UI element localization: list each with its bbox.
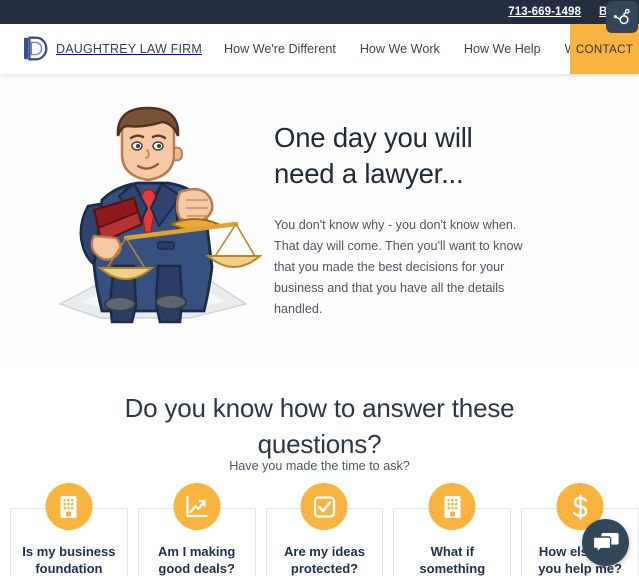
- building-icon: [428, 483, 476, 530]
- questions-title: Do you know how to answer these question…: [124, 393, 515, 459]
- nav-item-how-were-different[interactable]: How We're Different: [212, 42, 348, 56]
- building-icon: [45, 483, 93, 530]
- hero-paragraph: You don't know why - you don't know when…: [274, 218, 523, 316]
- question-card-what-if-something[interactable]: What if something: [393, 483, 512, 576]
- site-logo[interactable]: Daughtrey Law Firm: [22, 35, 202, 62]
- lawyer-with-scales-illustration: [30, 96, 263, 328]
- chat-bubbles-icon[interactable]: [582, 519, 629, 566]
- question-card-label: Am I making good deals?: [158, 544, 236, 576]
- questions-section: Do you know how to answer these question…: [0, 362, 639, 576]
- question-card-label: Are my ideas protected?: [284, 544, 365, 576]
- chart-line-icon: [173, 483, 221, 530]
- check-square-icon: [300, 483, 348, 530]
- hero-title: One day you will need a lawyer...: [274, 122, 473, 189]
- hero-section: One day you will need a lawyer... You do…: [0, 74, 639, 362]
- site-header: Daughtrey Law Firm How We're Different H…: [0, 24, 639, 74]
- question-card-ideas-protected[interactable]: Are my ideas protected?: [265, 483, 384, 576]
- nav-item-how-we-work[interactable]: How We Work: [348, 42, 452, 56]
- daughtrey-monogram-icon: [22, 35, 49, 62]
- question-card-label: Is my business foundation: [22, 544, 116, 576]
- questions-subtitle: Have you made the time to ask?: [229, 459, 410, 473]
- logo-text: Daughtrey Law Firm: [56, 41, 202, 56]
- question-cards: Is my business foundation Am I making go…: [10, 483, 639, 576]
- top-utility-bar: 713-669-1498 Blog: [0, 0, 639, 24]
- hero-copy: One day you will need a lawyer... You do…: [274, 120, 540, 320]
- hubspot-sprocket-icon[interactable]: [606, 1, 638, 33]
- question-card-label: What if something: [419, 544, 486, 576]
- phone-link[interactable]: 713-669-1498: [508, 6, 581, 18]
- question-card-good-deals[interactable]: Am I making good deals?: [137, 483, 256, 576]
- page-root: 713-669-1498 Blog Daughtrey Law Firm: [0, 0, 639, 576]
- nav-item-how-we-help[interactable]: How We Help: [452, 42, 553, 56]
- question-card-business-foundation[interactable]: Is my business foundation: [10, 483, 128, 576]
